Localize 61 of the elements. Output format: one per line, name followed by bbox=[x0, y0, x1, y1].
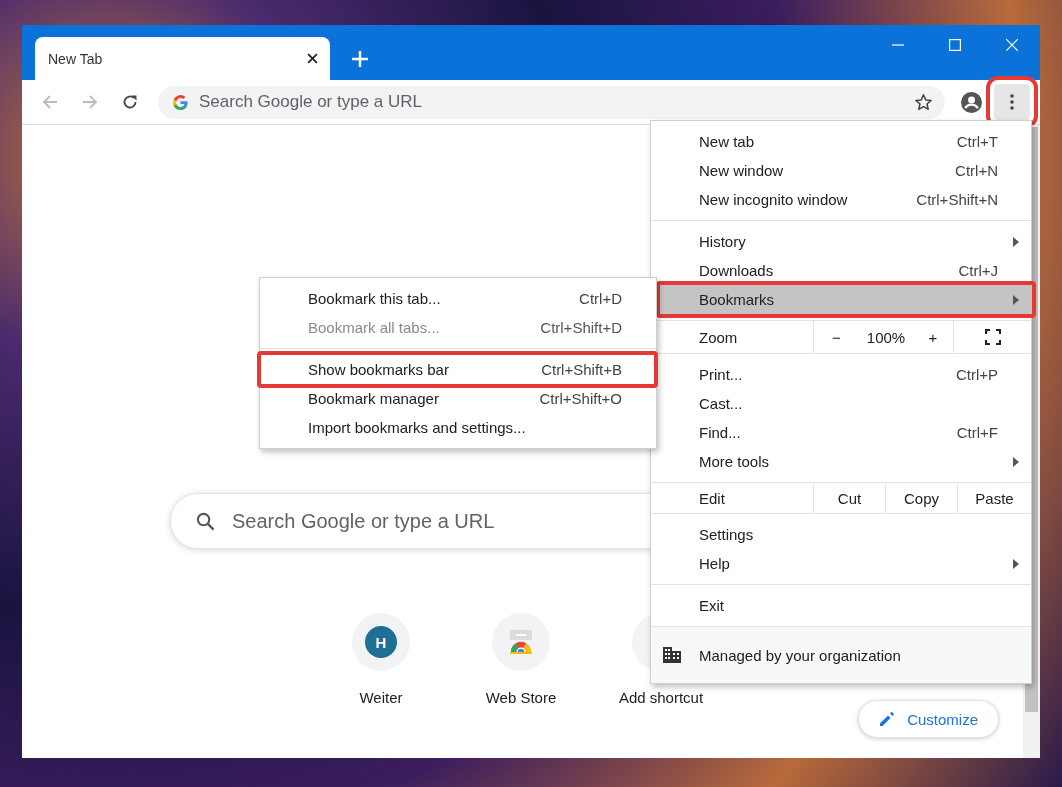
menu-label: Zoom bbox=[698, 327, 739, 348]
shortcut-label: Web Store bbox=[485, 689, 557, 706]
customize-button[interactable]: Customize bbox=[858, 700, 999, 738]
shortcut-text: Ctrl+Shift+B bbox=[541, 361, 622, 378]
submenu-arrow-icon bbox=[1013, 294, 1019, 305]
shortcut-background[interactable]: H bbox=[352, 613, 410, 671]
submenu-arrow-icon bbox=[1013, 236, 1019, 247]
building-icon bbox=[663, 647, 681, 663]
browser-tab[interactable]: New Tab bbox=[35, 37, 330, 80]
menu-item[interactable]: Bookmark this tab... Ctrl+D bbox=[260, 288, 656, 309]
submenu-arrow-icon bbox=[1013, 558, 1019, 569]
close-tab-icon[interactable] bbox=[307, 53, 318, 64]
maximize-icon[interactable] bbox=[948, 39, 961, 51]
zoom-in-button[interactable]: + bbox=[913, 321, 953, 353]
zoom-out-button[interactable]: − bbox=[814, 321, 859, 353]
shortcut-text: Ctrl+T bbox=[956, 133, 998, 150]
minimize-icon[interactable] bbox=[891, 44, 904, 46]
tab-title: New Tab bbox=[48, 50, 104, 67]
menu-item[interactable]: Exit bbox=[651, 595, 1031, 616]
edit-action-button[interactable]: Copy bbox=[885, 483, 957, 513]
submenu-arrow-icon bbox=[1013, 456, 1019, 467]
menu-item[interactable]: Show bookmarks bar Ctrl+Shift+B bbox=[257, 351, 658, 388]
search-icon bbox=[196, 511, 215, 531]
menu-item[interactable]: New tab Ctrl+T bbox=[651, 131, 1031, 152]
close-icon[interactable] bbox=[1005, 39, 1018, 51]
fullscreen-icon[interactable] bbox=[984, 329, 1001, 345]
menu-item[interactable]: Bookmarks bbox=[656, 281, 1036, 318]
shortcut-text: Ctrl+D bbox=[579, 290, 622, 307]
menu-item[interactable]: More tools bbox=[651, 451, 1031, 472]
menu-item[interactable]: New window Ctrl+N bbox=[651, 160, 1031, 181]
shortcut-text: Ctrl+Shift+D bbox=[540, 319, 622, 336]
pencil-icon bbox=[879, 711, 896, 727]
shortcut-text: Ctrl+J bbox=[958, 262, 998, 279]
address-input[interactable]: Search Google or type a URL bbox=[199, 92, 914, 112]
menu-item[interactable]: Import bookmarks and settings... bbox=[260, 417, 656, 438]
shortcut-text: Ctrl+Shift+O bbox=[539, 390, 622, 407]
edit-action-button[interactable]: Cut bbox=[813, 483, 885, 513]
shortcut-text: Ctrl+Shift+N bbox=[916, 191, 998, 208]
menu-item[interactable]: Help bbox=[651, 553, 1031, 574]
more-vertical-icon bbox=[1010, 94, 1014, 110]
address-bar[interactable]: Search Google or type a URL bbox=[158, 85, 945, 119]
shortcut-label: Add shortcut bbox=[618, 689, 704, 706]
menu-item[interactable]: History bbox=[651, 231, 1031, 252]
shortcut-text: Ctrl+N bbox=[955, 162, 998, 179]
web-store-icon bbox=[507, 630, 535, 654]
edit-action-button[interactable]: Paste bbox=[957, 483, 1031, 513]
menu-item[interactable]: Bookmark manager Ctrl+Shift+O bbox=[260, 388, 656, 409]
zoom-level: 100% bbox=[865, 328, 907, 346]
menu-item[interactable]: New incognito window Ctrl+Shift+N bbox=[651, 189, 1031, 210]
managed-text: Managed by your organization bbox=[699, 646, 901, 664]
new-tab-icon[interactable] bbox=[352, 51, 368, 67]
google-g-icon bbox=[172, 93, 189, 111]
profile-icon[interactable] bbox=[960, 91, 982, 113]
reload-icon[interactable] bbox=[122, 94, 138, 110]
menu-item[interactable]: Downloads Ctrl+J bbox=[651, 260, 1031, 281]
managed-footer[interactable]: Managed by your organization bbox=[651, 627, 1031, 683]
shortcut-text: Ctrl+F bbox=[956, 424, 998, 441]
site-favicon: H bbox=[365, 626, 397, 658]
shortcut-text: Ctrl+P bbox=[955, 366, 998, 383]
bookmark-star-icon[interactable] bbox=[914, 92, 933, 112]
shortcut-label: Weiter bbox=[359, 689, 403, 706]
